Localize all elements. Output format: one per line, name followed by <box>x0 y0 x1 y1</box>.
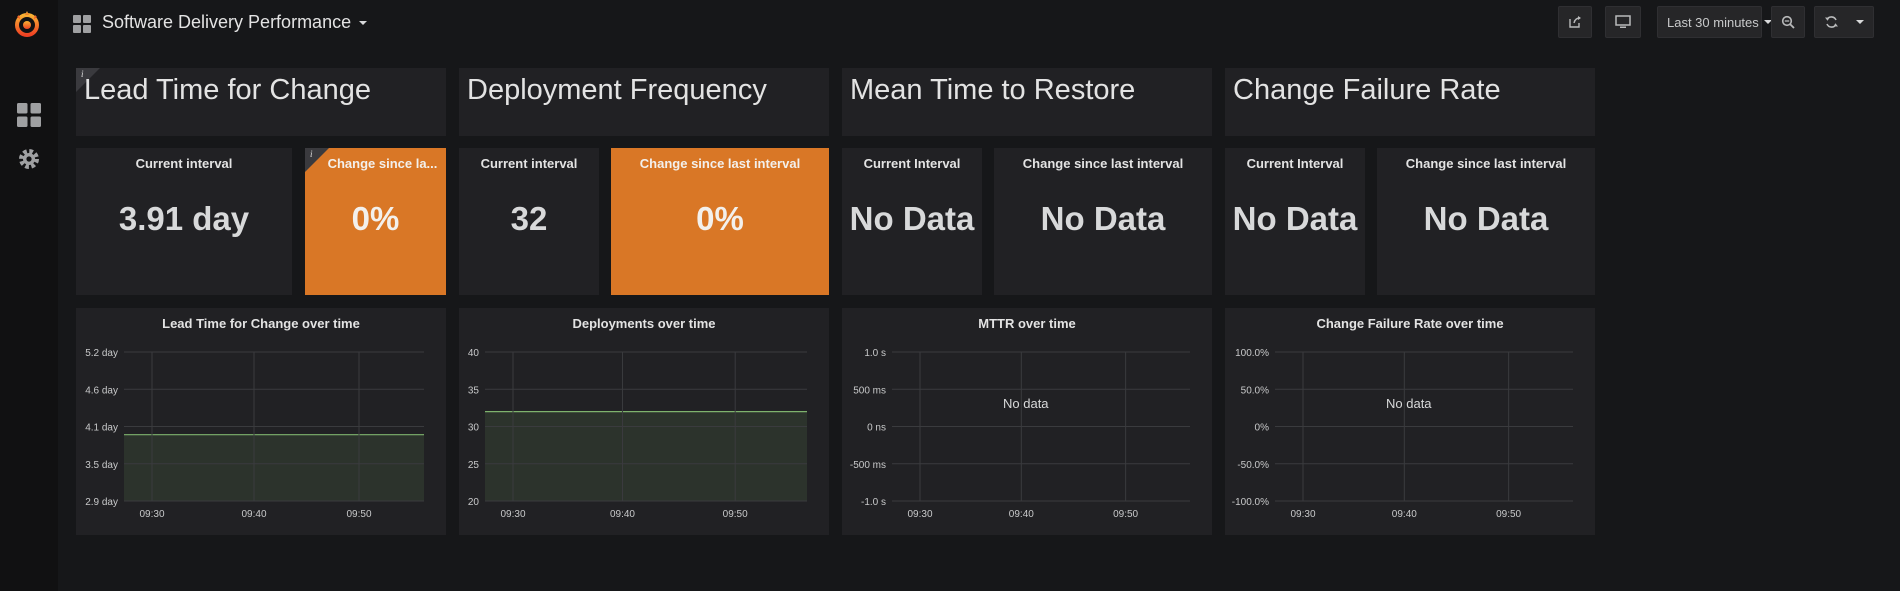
share-button[interactable] <box>1558 6 1592 38</box>
time-picker-button[interactable]: Last 30 minutes <box>1657 6 1772 38</box>
y-tick-label: 1.0 s <box>864 348 886 359</box>
stat-panel-deployments-change[interactable]: Change since last interval 0% <box>611 148 829 295</box>
y-tick-label: 0% <box>1255 423 1270 434</box>
refresh-button[interactable] <box>1814 6 1874 38</box>
stat-value: 0% <box>351 200 400 237</box>
stat-panel-mttr-change[interactable]: Change since last interval No Data <box>994 148 1212 295</box>
x-tick-label: 09:30 <box>1290 509 1315 520</box>
panel-title-mttr: Mean Time to Restore <box>842 68 1212 136</box>
stat-title: Current interval <box>135 156 233 171</box>
magnifier-minus-icon <box>1781 15 1795 29</box>
panel-heading: Mean Time to Restore <box>850 74 1136 106</box>
y-tick-label: 500 ms <box>853 385 886 396</box>
x-tick-label: 09:30 <box>907 509 932 520</box>
stat-title: Current interval <box>480 156 578 171</box>
panel-title-lead-time: i Lead Time for Change <box>76 68 446 136</box>
x-tick-label: 09:50 <box>1496 509 1521 520</box>
dashboard-grid-icon <box>73 15 91 33</box>
stat-value: No Data <box>1040 200 1166 237</box>
gear-icon[interactable] <box>17 147 41 171</box>
refresh-icon <box>1824 16 1838 28</box>
y-tick-label: -1.0 s <box>861 497 886 508</box>
monitor-icon <box>1615 15 1631 28</box>
stat-panel-cfr-current[interactable]: Current Interval No Data <box>1225 148 1365 295</box>
stat-title: Change since last interval <box>1405 156 1567 171</box>
y-tick-label: 40 <box>468 348 480 359</box>
panel-title-change-failure-rate: Change Failure Rate <box>1225 68 1595 136</box>
stat-panel-lead-time-change[interactable]: i Change since la... 0% <box>305 148 446 295</box>
panel-heading: Lead Time for Change <box>84 74 371 106</box>
x-tick-label: 09:50 <box>1113 509 1138 520</box>
y-tick-label: -500 ms <box>850 460 886 471</box>
y-tick-label: 4.1 day <box>85 423 118 434</box>
graph-plot: 40 35 30 25 20 09:30 09:40 09:50 <box>468 348 807 520</box>
dashboard-title-picker[interactable]: Software Delivery Performance <box>102 12 368 33</box>
sidebar <box>0 0 58 591</box>
x-tick-label: 09:40 <box>1392 509 1417 520</box>
stat-value: No Data <box>1232 200 1358 237</box>
top-navbar: Software Delivery Performance Last 30 mi… <box>58 0 1900 48</box>
graph-panel-lead-time[interactable]: Lead Time for Change over time 5.2 day 4.… <box>76 308 446 535</box>
x-tick-label: 09:30 <box>500 509 525 520</box>
stat-panel-lead-time-current[interactable]: Current interval 3.91 day <box>76 148 292 295</box>
stat-value: No Data <box>1423 200 1549 237</box>
y-tick-label: 3.5 day <box>85 460 118 471</box>
series-area <box>124 434 424 501</box>
x-tick-label: 09:50 <box>346 509 371 520</box>
x-tick-label: 09:40 <box>610 509 635 520</box>
x-tick-label: 09:40 <box>241 509 266 520</box>
stat-title: Change since last interval <box>639 156 801 171</box>
no-data-label: No data <box>1003 396 1049 411</box>
dashboards-icon[interactable] <box>17 103 41 127</box>
stat-value: 3.91 day <box>118 200 250 237</box>
y-tick-label: 100.0% <box>1235 348 1269 359</box>
y-tick-label: -50.0% <box>1237 460 1269 471</box>
grafana-logo-icon[interactable] <box>12 9 42 39</box>
dashboard-title: Software Delivery Performance <box>102 12 352 32</box>
stat-title: Current Interval <box>863 156 961 171</box>
stat-value: No Data <box>849 200 975 237</box>
graph-plot: 100.0% 50.0% 0% -50.0% -100.0% 09:30 09:40 09:5… <box>1232 348 1573 520</box>
stat-panel-cfr-change[interactable]: Change since last interval No Data <box>1377 148 1595 295</box>
x-tick-label: 09:40 <box>1009 509 1034 520</box>
chevron-down-icon <box>359 21 368 26</box>
y-tick-label: 20 <box>468 497 480 508</box>
panel-heading: Change Failure Rate <box>1233 74 1501 106</box>
share-icon <box>1569 16 1581 28</box>
stat-title: Current Interval <box>1246 156 1344 171</box>
no-data-label: No data <box>1386 396 1432 411</box>
panel-title-deployment-frequency: Deployment Frequency <box>459 68 829 136</box>
stat-title: Change since last interval <box>1022 156 1184 171</box>
y-tick-label: 5.2 day <box>85 348 118 359</box>
graph-panel-mttr[interactable]: MTTR over time 1.0 s 500 ms 0 ns -500 ms -1.… <box>842 308 1212 535</box>
y-tick-label: 30 <box>468 423 480 434</box>
y-tick-label: -100.0% <box>1232 497 1269 508</box>
stat-panel-mttr-current[interactable]: Current Interval No Data <box>842 148 982 295</box>
graph-plot: 1.0 s 500 ms 0 ns -500 ms -1.0 s 09:30 09:40 09… <box>850 348 1190 520</box>
y-tick-label: 4.6 day <box>85 385 118 396</box>
x-tick-label: 09:50 <box>723 509 748 520</box>
zoom-out-button[interactable] <box>1771 6 1805 38</box>
series-area <box>485 411 807 501</box>
panel-heading: Deployment Frequency <box>467 74 767 106</box>
stat-panel-deployments-current[interactable]: Current interval 32 <box>459 148 599 295</box>
chevron-down-icon <box>1856 20 1865 24</box>
tv-mode-button[interactable] <box>1605 6 1641 38</box>
stat-title: Change since la... <box>327 156 438 171</box>
stat-value: 0% <box>696 200 744 237</box>
y-tick-label: 25 <box>468 460 480 471</box>
graph-panel-change-failure-rate[interactable]: Change Failure Rate over time 100.0% 50.0… <box>1225 308 1595 535</box>
stat-value: 32 <box>510 200 548 237</box>
y-tick-label: 2.9 day <box>85 497 118 508</box>
y-tick-label: 50.0% <box>1241 385 1269 396</box>
y-tick-label: 35 <box>468 385 480 396</box>
graph-panel-deployments[interactable]: Deployments over time 40 35 30 25 20 09:30 09:… <box>459 308 829 535</box>
y-tick-label: 0 ns <box>867 423 886 434</box>
time-range-label: Last 30 minutes <box>1667 14 1759 30</box>
graph-plot: 5.2 day 4.6 day 4.1 day 3.5 day 2.9 day 09:30… <box>85 348 424 520</box>
x-tick-label: 09:30 <box>139 509 164 520</box>
